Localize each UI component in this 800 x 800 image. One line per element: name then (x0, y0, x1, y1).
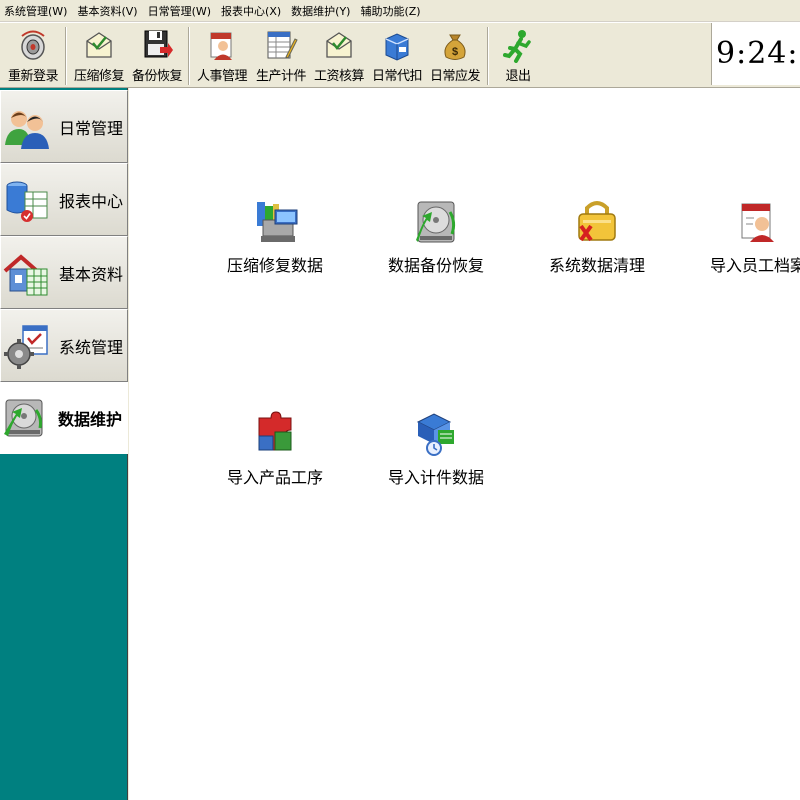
toolbar-separator (65, 27, 67, 85)
money-bag-icon: $ (444, 34, 466, 60)
sidebar-item-reports-label: 报表中心 (59, 191, 124, 211)
import-product-process-label: 导入产品工序 (227, 468, 324, 487)
daily-payout-button[interactable]: $ 日常应发 (427, 25, 483, 87)
backup-restore-label: 备份恢复 (131, 69, 183, 84)
exit-label: 退出 (505, 69, 531, 84)
running-man-icon (503, 30, 531, 63)
sidebar: 日常管理 报表中心 基本资料 系统管理 数据维护 (0, 88, 128, 800)
floppy-disk-icon (144, 30, 173, 58)
envelope-check-icon (86, 32, 112, 58)
puzzle-icon (258, 411, 292, 451)
id-card-person-icon (210, 32, 232, 60)
menu-basic-info[interactable]: 基本资料(V) (73, 3, 143, 19)
personnel-button[interactable]: 人事管理 (193, 25, 251, 87)
sidebar-item-reports[interactable]: 报表中心 (0, 163, 128, 236)
daily-deduction-button[interactable]: 日常代扣 (369, 25, 425, 87)
backup-restore-button[interactable]: 备份恢复 (129, 25, 185, 87)
menu-daily[interactable]: 日常管理(W) (144, 3, 217, 19)
compress-repair-data-item[interactable]: 压缩修复数据 (227, 196, 323, 276)
sidebar-item-basic-info-label: 基本资料 (59, 264, 124, 284)
speaker-icon (21, 30, 45, 60)
svg-text:$: $ (452, 46, 458, 58)
database-report-icon (6, 181, 48, 222)
data-backup-restore-item[interactable]: 数据备份恢复 (388, 196, 484, 276)
import-data-icon (416, 413, 454, 456)
daily-payout-label: 日常应发 (429, 69, 481, 84)
sidebar-item-system[interactable]: 系统管理 (0, 309, 128, 382)
menu-data-maintenance[interactable]: 数据维护(Y) (287, 3, 356, 19)
users-icon (5, 110, 49, 149)
compress-repair-label: 压缩修复 (73, 69, 125, 84)
relogin-button[interactable]: 重新登录 (4, 25, 62, 87)
sidebar-item-basic-info[interactable]: 基本资料 (0, 236, 128, 309)
clock-display: 9:24:1 (711, 23, 800, 85)
envelope-check-icon (326, 32, 352, 58)
menu-auxiliary[interactable]: 辅助功能(Z) (356, 3, 426, 19)
hard-drive-icon (4, 399, 43, 437)
toolbar-separator (487, 27, 489, 85)
lock-delete-icon (578, 201, 616, 242)
payroll-button[interactable]: 工资核算 (311, 25, 367, 87)
exit-button[interactable]: 退出 (494, 25, 542, 87)
compress-repair-data-label: 压缩修复数据 (227, 256, 324, 275)
house-sheet-icon (3, 253, 48, 295)
import-employee-records-label: 导入员工档案 (710, 256, 800, 275)
import-piecework-data-label: 导入计件数据 (388, 468, 485, 487)
menu-reports[interactable]: 报表中心(X) (217, 3, 287, 19)
compress-repair-button[interactable]: 压缩修复 (71, 25, 127, 87)
system-data-cleanup-label: 系统数据清理 (549, 256, 646, 275)
spreadsheet-pencil-icon (267, 31, 298, 59)
sidebar-item-daily[interactable]: 日常管理 (0, 90, 128, 163)
data-backup-restore-label: 数据备份恢复 (388, 256, 485, 275)
compress-repair-icon (257, 202, 298, 242)
gear-checklist-icon (4, 324, 48, 369)
main-panel: 压缩修复数据 数据备份恢复 系统数据清理 导入员工档案 导入产品工序 导入计件数… (129, 88, 800, 800)
menu-system[interactable]: 系统管理(W) (0, 3, 73, 19)
blue-box-icon (385, 33, 409, 61)
piecework-label: 生产计件 (255, 69, 307, 84)
menu-bar: 系统管理(W) 基本资料(V) 日常管理(W) 报表中心(X) 数据维护(Y) … (0, 0, 800, 22)
payroll-label: 工资核算 (313, 69, 365, 84)
toolbar: 重新登录 压缩修复 备份恢复 人事管理 生产计件 工资核算 日常代扣 $ 日常应… (0, 22, 800, 88)
sidebar-item-daily-label: 日常管理 (59, 118, 124, 138)
sidebar-item-data-maintenance[interactable]: 数据维护 (0, 382, 128, 454)
sidebar-item-data-maintenance-label: 数据维护 (58, 410, 123, 429)
import-piecework-data-item[interactable]: 导入计件数据 (388, 408, 484, 488)
piecework-button[interactable]: 生产计件 (253, 25, 309, 87)
daily-deduction-label: 日常代扣 (371, 69, 423, 84)
system-data-cleanup-item[interactable]: 系统数据清理 (549, 196, 645, 276)
personnel-label: 人事管理 (196, 69, 248, 84)
import-employee-records-item[interactable]: 导入员工档案 (710, 196, 800, 276)
hard-drive-backup-icon (416, 201, 456, 243)
relogin-label: 重新登录 (7, 69, 59, 84)
toolbar-separator (188, 27, 190, 85)
import-product-process-item[interactable]: 导入产品工序 (227, 408, 323, 488)
employee-card-icon (741, 203, 774, 242)
sidebar-item-system-label: 系统管理 (59, 337, 124, 357)
